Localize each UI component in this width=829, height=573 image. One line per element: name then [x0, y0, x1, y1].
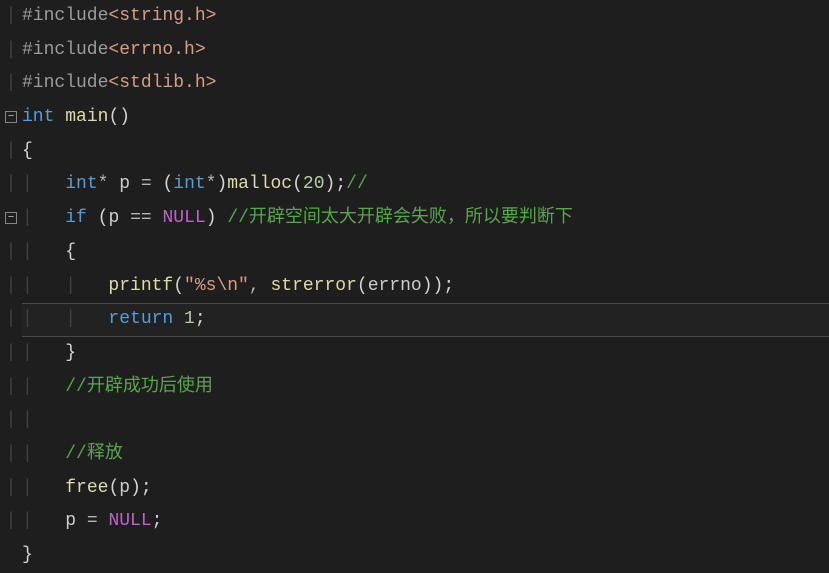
token-paren: )	[325, 174, 336, 194]
gutter: |	[0, 67, 22, 101]
gutter: |	[0, 303, 22, 337]
token-keyword: int	[65, 174, 97, 194]
gutter: |	[0, 34, 22, 68]
token-space	[87, 208, 98, 228]
token-keyword: int	[22, 107, 54, 127]
token-operator: ==	[119, 208, 162, 228]
token-preprocessor: #include	[22, 73, 108, 93]
token-brace: {	[22, 141, 33, 161]
token-macro: NULL	[162, 208, 205, 228]
token-paren: (	[357, 276, 368, 296]
code-line[interactable]: | | //开辟成功后使用	[0, 371, 829, 405]
token-function: main	[65, 107, 108, 127]
token-semicolon: ;	[141, 478, 152, 498]
gutter: |	[0, 404, 22, 438]
code-line[interactable]: | | {	[0, 236, 829, 270]
token-function: malloc	[227, 174, 292, 194]
fold-gutter[interactable]: −	[0, 202, 22, 236]
token-preprocessor: #include	[22, 6, 108, 26]
code-line[interactable]: | | | return 1;	[0, 303, 829, 337]
token-number: 1	[184, 309, 195, 329]
gutter: |	[0, 168, 22, 202]
code-line[interactable]: | | p = NULL;	[0, 505, 829, 539]
gutter: |	[0, 337, 22, 371]
gutter: |	[0, 0, 22, 34]
token-comment: //开辟成功后使用	[65, 377, 213, 397]
gutter: |	[0, 472, 22, 506]
token-operator: =	[76, 511, 108, 531]
token-brace: }	[65, 343, 76, 363]
gutter: |	[0, 438, 22, 472]
token-paren: )	[216, 174, 227, 194]
token-paren: (	[108, 478, 119, 498]
token-operator: *	[98, 174, 120, 194]
code-line[interactable]: | | free(p);	[0, 472, 829, 506]
gutter: |	[0, 371, 22, 405]
token-header: <string.h>	[108, 6, 216, 26]
gutter: |	[0, 135, 22, 169]
token-header: <errno.h>	[108, 40, 205, 60]
minus-box-icon[interactable]: −	[5, 212, 17, 224]
token-identifier: p	[65, 511, 76, 531]
token-brace: {	[65, 242, 76, 262]
token-identifier: p	[108, 208, 119, 228]
code-line[interactable]: | | int* p = (int*)malloc(20);//	[0, 168, 829, 202]
token-paren: (	[292, 174, 303, 194]
token-paren: )	[206, 208, 217, 228]
code-editor[interactable]: | #include<string.h> | #include<errno.h>…	[0, 0, 829, 540]
fold-gutter[interactable]: −	[0, 101, 22, 135]
code-line[interactable]: | | //释放	[0, 438, 829, 472]
token-comment: //	[346, 174, 368, 194]
token-semicolon: ;	[335, 174, 346, 194]
gutter: |	[0, 505, 22, 539]
gutter: |	[0, 236, 22, 270]
token-keyword: int	[173, 174, 205, 194]
token-function: strerror	[270, 276, 356, 296]
token-comma: ,	[249, 276, 271, 296]
token-paren: )	[422, 276, 433, 296]
token-header: <stdlib.h>	[108, 73, 216, 93]
token-paren: (	[173, 276, 184, 296]
code-line[interactable]: | #include<string.h>	[0, 0, 829, 34]
minus-box-icon[interactable]: −	[5, 111, 17, 123]
code-line[interactable]: − int main()	[0, 101, 829, 135]
token-comment: //释放	[65, 444, 123, 464]
token-function: printf	[108, 276, 173, 296]
token-semicolon: ;	[152, 511, 163, 531]
token-number: 20	[303, 174, 325, 194]
token-function: free	[65, 478, 108, 498]
token-semicolon: ;	[195, 309, 206, 329]
token-keyword: if	[65, 208, 87, 228]
token-paren: )	[433, 276, 444, 296]
token-brace: }	[22, 545, 33, 565]
token-paren: ()	[108, 107, 130, 127]
gutter	[0, 539, 22, 573]
code-line[interactable]: | #include<errno.h>	[0, 34, 829, 68]
token-operator: *	[206, 174, 217, 194]
code-line[interactable]: | | | printf("%s\n", strerror(errno));	[0, 270, 829, 304]
token-identifier: errno	[368, 276, 422, 296]
gutter: |	[0, 270, 22, 304]
token-keyword: return	[108, 309, 173, 329]
token-paren: (	[162, 174, 173, 194]
code-line[interactable]: − | if (p == NULL) //开辟空间太大开辟会失败，所以要判断下	[0, 202, 829, 236]
code-line[interactable]: | {	[0, 135, 829, 169]
code-line[interactable]: | | }	[0, 337, 829, 371]
code-line[interactable]: }	[0, 539, 829, 573]
token-operator: =	[130, 174, 162, 194]
token-paren: (	[98, 208, 109, 228]
token-preprocessor: #include	[22, 40, 108, 60]
token-identifier: p	[119, 478, 130, 498]
token-comment: //开辟空间太大开辟会失败，所以要判断下	[227, 208, 573, 228]
code-line[interactable]: | |	[0, 404, 829, 438]
token-paren: )	[130, 478, 141, 498]
token-semicolon: ;	[443, 276, 454, 296]
token-macro: NULL	[108, 511, 151, 531]
token-identifier: p	[119, 174, 130, 194]
token-string: "%s\n"	[184, 276, 249, 296]
code-line[interactable]: | #include<stdlib.h>	[0, 67, 829, 101]
